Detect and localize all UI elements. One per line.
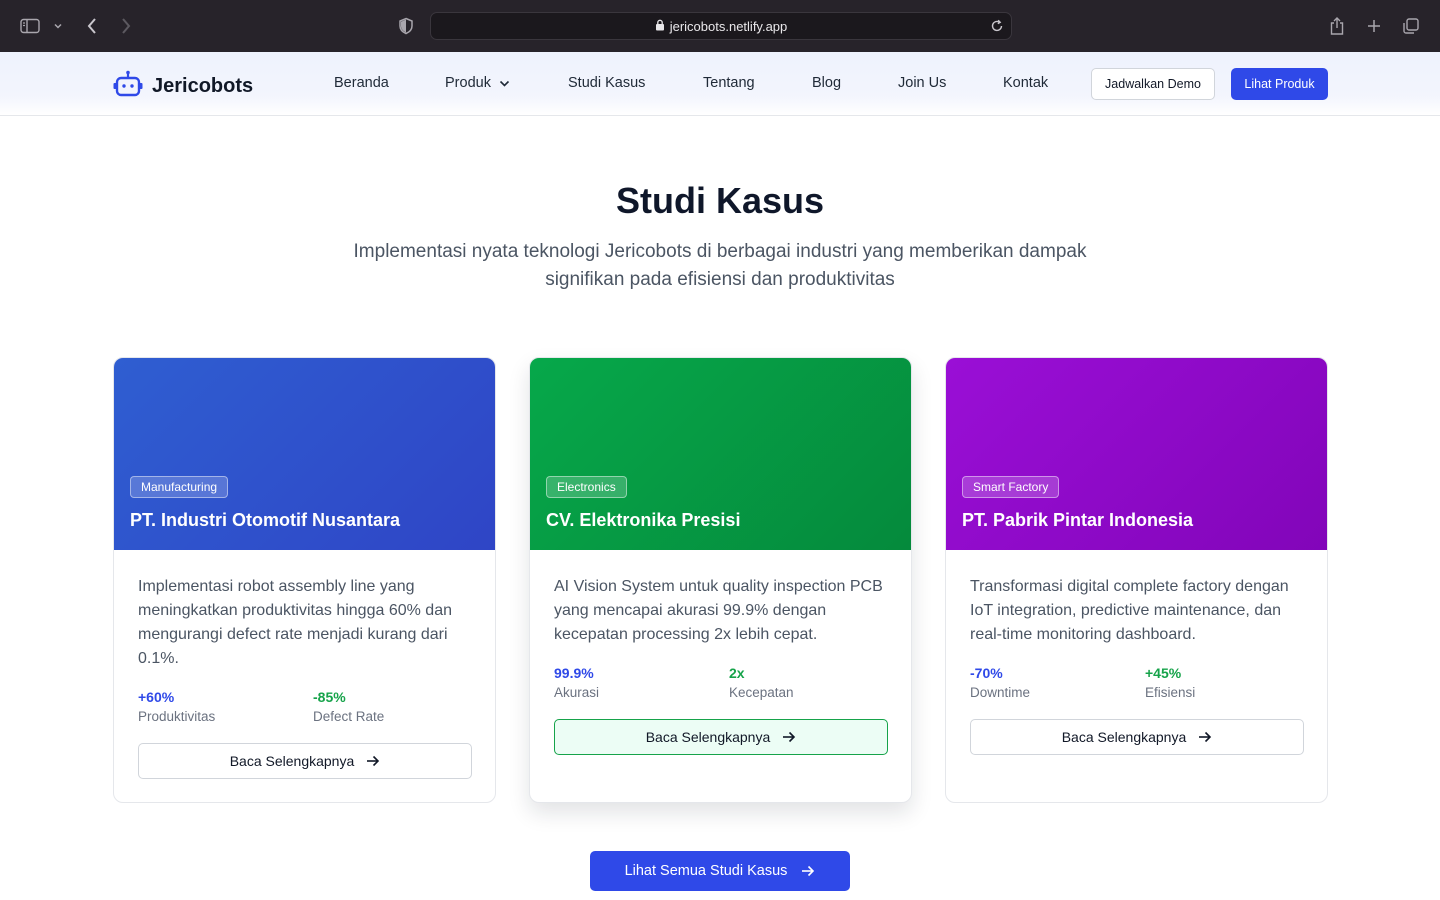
stat-value: +45%	[1145, 665, 1182, 681]
stat-downtime: -70% Downtime	[970, 665, 1130, 700]
case-study-card: Electronics CV. Elektronika Presisi AI V…	[529, 357, 912, 803]
url-text: jericobots.netlify.app	[669, 18, 788, 34]
section-title: Studi Kasus	[615, 180, 825, 221]
arrow-right-icon	[1198, 731, 1212, 743]
card-hero: Electronics CV. Elektronika Presisi	[530, 358, 911, 550]
stat-speed: 2x Kecepatan	[729, 665, 889, 700]
card-hero: Smart Factory PT. Pabrik Pintar Indonesi…	[946, 358, 1327, 550]
nav-link-produk[interactable]: Produk	[445, 75, 510, 91]
stat-efficiency: +45% Efisiensi	[1145, 665, 1305, 700]
stat-accuracy: 99.9% Akurasi	[554, 665, 714, 700]
section-subtitle: Implementasi nyata teknologi Jericobots …	[353, 241, 1087, 290]
share-icon[interactable]	[1325, 14, 1349, 38]
card-title: PT. Pabrik Pintar Indonesia	[962, 510, 1194, 530]
stat-value: 99.9%	[554, 665, 594, 681]
read-more-button[interactable]: Baca Selengkapnya	[970, 719, 1304, 755]
stat-label: Downtime	[970, 685, 1031, 700]
back-icon[interactable]	[80, 14, 104, 38]
new-tab-icon[interactable]	[1362, 14, 1386, 38]
stat-label: Efisiensi	[1145, 685, 1196, 700]
stat-value: +60%	[138, 689, 175, 705]
read-more-label: Baca Selengkapnya	[229, 753, 355, 769]
case-study-card: Manufacturing PT. Industri Otomotif Nusa…	[113, 357, 496, 803]
card-description: AI Vision System untuk quality inspectio…	[554, 578, 883, 643]
view-products-button[interactable]: Lihat Produk	[1231, 68, 1328, 100]
brand-name: Jericobots	[152, 75, 254, 97]
case-study-card: Smart Factory PT. Pabrik Pintar Indonesi…	[945, 357, 1328, 803]
card-hero: Manufacturing PT. Industri Otomotif Nusa…	[114, 358, 495, 550]
stat-label: Akurasi	[554, 685, 600, 700]
stat-label: Produktivitas	[138, 709, 216, 724]
forward-icon[interactable]	[114, 14, 138, 38]
card-description: Implementasi robot assembly line yang me…	[138, 578, 452, 667]
lock-icon	[655, 19, 665, 34]
nav-link-blog[interactable]: Blog	[812, 75, 841, 91]
industry-tag: Smart Factory	[962, 476, 1060, 498]
nav-link-kontak[interactable]: Kontak	[1003, 75, 1048, 91]
nav-link-join-us[interactable]: Join Us	[898, 75, 946, 91]
nav-link-beranda[interactable]: Beranda	[334, 75, 389, 91]
stat-label: Defect Rate	[313, 709, 385, 724]
schedule-demo-button[interactable]: Jadwalkan Demo	[1091, 68, 1215, 100]
sidebar-toggle-icon[interactable]	[18, 14, 42, 38]
browser-toolbar: jericobots.netlify.app	[0, 0, 1440, 52]
nav-link-tentang[interactable]: Tentang	[703, 75, 755, 91]
tab-overview-icon[interactable]	[1399, 14, 1423, 38]
reload-icon[interactable]	[990, 19, 1004, 36]
stat-value: -85%	[313, 689, 346, 705]
view-all-label: Lihat Semua Studi Kasus	[624, 863, 788, 879]
brand-logo[interactable]: Jericobots	[113, 70, 253, 103]
nav-link-studi-kasus[interactable]: Studi Kasus	[568, 75, 645, 91]
card-description: Transformasi digital complete factory de…	[970, 578, 1289, 643]
stat-defect-rate: -85% Defect Rate	[313, 689, 473, 724]
robot-icon	[113, 70, 143, 103]
view-all-case-studies-button[interactable]: Lihat Semua Studi Kasus	[590, 851, 850, 891]
card-title: PT. Industri Otomotif Nusantara	[130, 510, 401, 530]
stat-value: 2x	[729, 665, 745, 681]
industry-tag: Manufacturing	[130, 476, 229, 498]
read-more-button[interactable]: Baca Selengkapnya	[554, 719, 888, 755]
read-more-button[interactable]: Baca Selengkapnya	[138, 743, 472, 779]
card-title: CV. Elektronika Presisi	[546, 510, 741, 530]
site-header: Jericobots Beranda Produk Studi Kasus Te…	[0, 52, 1440, 116]
chevron-down-icon[interactable]	[48, 14, 68, 38]
nav-link-produk-label: Produk	[445, 75, 491, 91]
industry-tag: Electronics	[546, 476, 627, 498]
read-more-label: Baca Selengkapnya	[1061, 729, 1187, 745]
arrow-right-icon	[366, 755, 380, 767]
stat-label: Kecepatan	[729, 685, 794, 700]
stat-value: -70%	[970, 665, 1003, 681]
stat-productivity: +60% Produktivitas	[138, 689, 298, 724]
read-more-label: Baca Selengkapnya	[645, 729, 771, 745]
arrow-right-icon	[801, 865, 815, 877]
address-bar[interactable]: jericobots.netlify.app	[430, 12, 1012, 40]
arrow-right-icon	[782, 731, 796, 743]
chevron-down-icon	[499, 80, 510, 87]
shield-icon[interactable]	[394, 14, 418, 38]
